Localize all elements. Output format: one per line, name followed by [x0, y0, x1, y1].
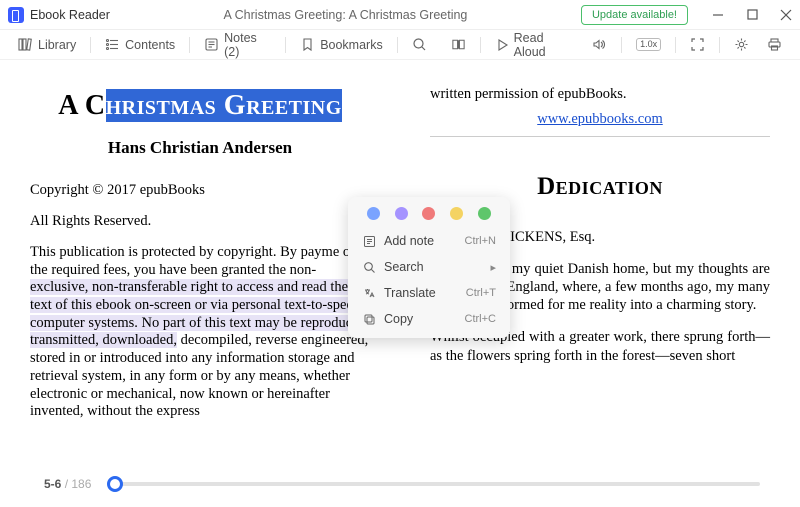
publisher-link[interactable]: www.epubbooks.com	[430, 111, 770, 128]
chevron-right-icon: ▸	[490, 261, 496, 274]
minimize-button[interactable]	[712, 9, 724, 21]
permission-line: written permission of epubBooks.	[430, 86, 770, 103]
separator	[480, 37, 481, 53]
search-button[interactable]	[406, 34, 433, 55]
window-controls	[712, 9, 792, 21]
fullscreen-button[interactable]	[684, 34, 711, 55]
body-paragraph: This publication is protected by copyrig…	[30, 244, 370, 421]
menu-label: Copy	[384, 312, 457, 326]
footer: 5-6 / 186	[0, 460, 800, 507]
highlight-color-blue[interactable]	[367, 207, 380, 220]
book-author: Hans Christian Andersen	[30, 138, 370, 158]
highlight-color-red[interactable]	[422, 207, 435, 220]
read-aloud-label: Read Aloud	[514, 31, 575, 59]
context-menu: Add note Ctrl+N Search ▸ Translate Ctrl+…	[348, 197, 510, 338]
note-icon	[362, 234, 376, 248]
left-page[interactable]: A Christmas Greeting Hans Christian Ande…	[0, 60, 400, 460]
library-icon	[18, 37, 33, 52]
highlight-color-row	[348, 207, 510, 228]
separator	[90, 37, 91, 53]
app-name: Ebook Reader	[30, 8, 110, 22]
app-icon	[8, 7, 24, 23]
contents-label: Contents	[125, 38, 175, 52]
progress-slider[interactable]	[107, 482, 760, 486]
current-pages: 5-6	[44, 477, 61, 491]
menu-shortcut: Ctrl+N	[465, 235, 496, 247]
contents-button[interactable]: Contents	[99, 34, 181, 55]
maximize-button[interactable]	[746, 9, 758, 21]
two-page-icon	[451, 37, 466, 52]
copy-icon	[362, 312, 376, 326]
total-pages: 186	[71, 477, 91, 491]
search-icon	[412, 37, 427, 52]
gear-icon	[734, 37, 749, 52]
menu-shortcut: Ctrl+C	[465, 313, 496, 325]
fullscreen-icon	[690, 37, 705, 52]
library-button[interactable]: Library	[12, 34, 82, 55]
progress-thumb[interactable]	[107, 476, 123, 492]
menu-label: Translate	[384, 286, 458, 300]
print-button[interactable]	[761, 34, 788, 55]
page-counter: 5-6 / 186	[44, 477, 91, 491]
highlight-color-yellow[interactable]	[450, 207, 463, 220]
print-icon	[767, 37, 782, 52]
volume-button[interactable]	[586, 34, 613, 55]
menu-copy[interactable]: Copy Ctrl+C	[348, 306, 510, 332]
translate-icon	[362, 286, 376, 300]
rights-line: All Rights Reserved.	[30, 213, 370, 230]
bookmarks-button[interactable]: Bookmarks	[294, 34, 389, 55]
highlight-color-green[interactable]	[478, 207, 491, 220]
bookmark-icon	[300, 37, 315, 52]
reader-content: A Christmas Greeting Hans Christian Ande…	[0, 60, 800, 460]
separator	[719, 37, 720, 53]
titlebar: Ebook Reader A Christmas Greeting: A Chr…	[0, 0, 800, 30]
contents-icon	[105, 37, 120, 52]
speed-label: 1.0x	[636, 38, 661, 51]
volume-icon	[592, 37, 607, 52]
separator	[621, 37, 622, 53]
search-icon	[362, 260, 376, 274]
menu-add-note[interactable]: Add note Ctrl+N	[348, 228, 510, 254]
menu-translate[interactable]: Translate Ctrl+T	[348, 280, 510, 306]
separator	[189, 37, 190, 53]
play-icon	[495, 37, 509, 52]
notes-button[interactable]: Notes (2)	[198, 28, 277, 62]
library-label: Library	[38, 38, 76, 52]
notes-icon	[204, 37, 219, 52]
selected-text: hristmas Greeting	[106, 89, 342, 122]
menu-label: Search	[384, 260, 482, 274]
book-title: A Christmas Greeting	[30, 90, 370, 122]
menu-shortcut: Ctrl+T	[466, 287, 496, 299]
menu-label: Add note	[384, 234, 457, 248]
menu-search[interactable]: Search ▸	[348, 254, 510, 280]
speed-button[interactable]: 1.0x	[630, 35, 667, 54]
bookmarks-label: Bookmarks	[320, 38, 383, 52]
highlight-color-purple[interactable]	[395, 207, 408, 220]
document-title: A Christmas Greeting: A Christmas Greeti…	[110, 8, 581, 22]
read-aloud-button[interactable]: Read Aloud	[489, 28, 581, 62]
toolbar: Library Contents Notes (2) Bookmarks Rea…	[0, 30, 800, 60]
settings-button[interactable]	[728, 34, 755, 55]
close-button[interactable]	[780, 9, 792, 21]
separator	[397, 37, 398, 53]
divider	[430, 136, 770, 137]
separator	[285, 37, 286, 53]
view-mode-button[interactable]	[445, 34, 472, 55]
separator	[675, 37, 676, 53]
update-available-button[interactable]: Update available!	[581, 5, 688, 25]
notes-label: Notes (2)	[224, 31, 271, 59]
copyright-line: Copyright © 2017 epubBooks	[30, 182, 370, 199]
